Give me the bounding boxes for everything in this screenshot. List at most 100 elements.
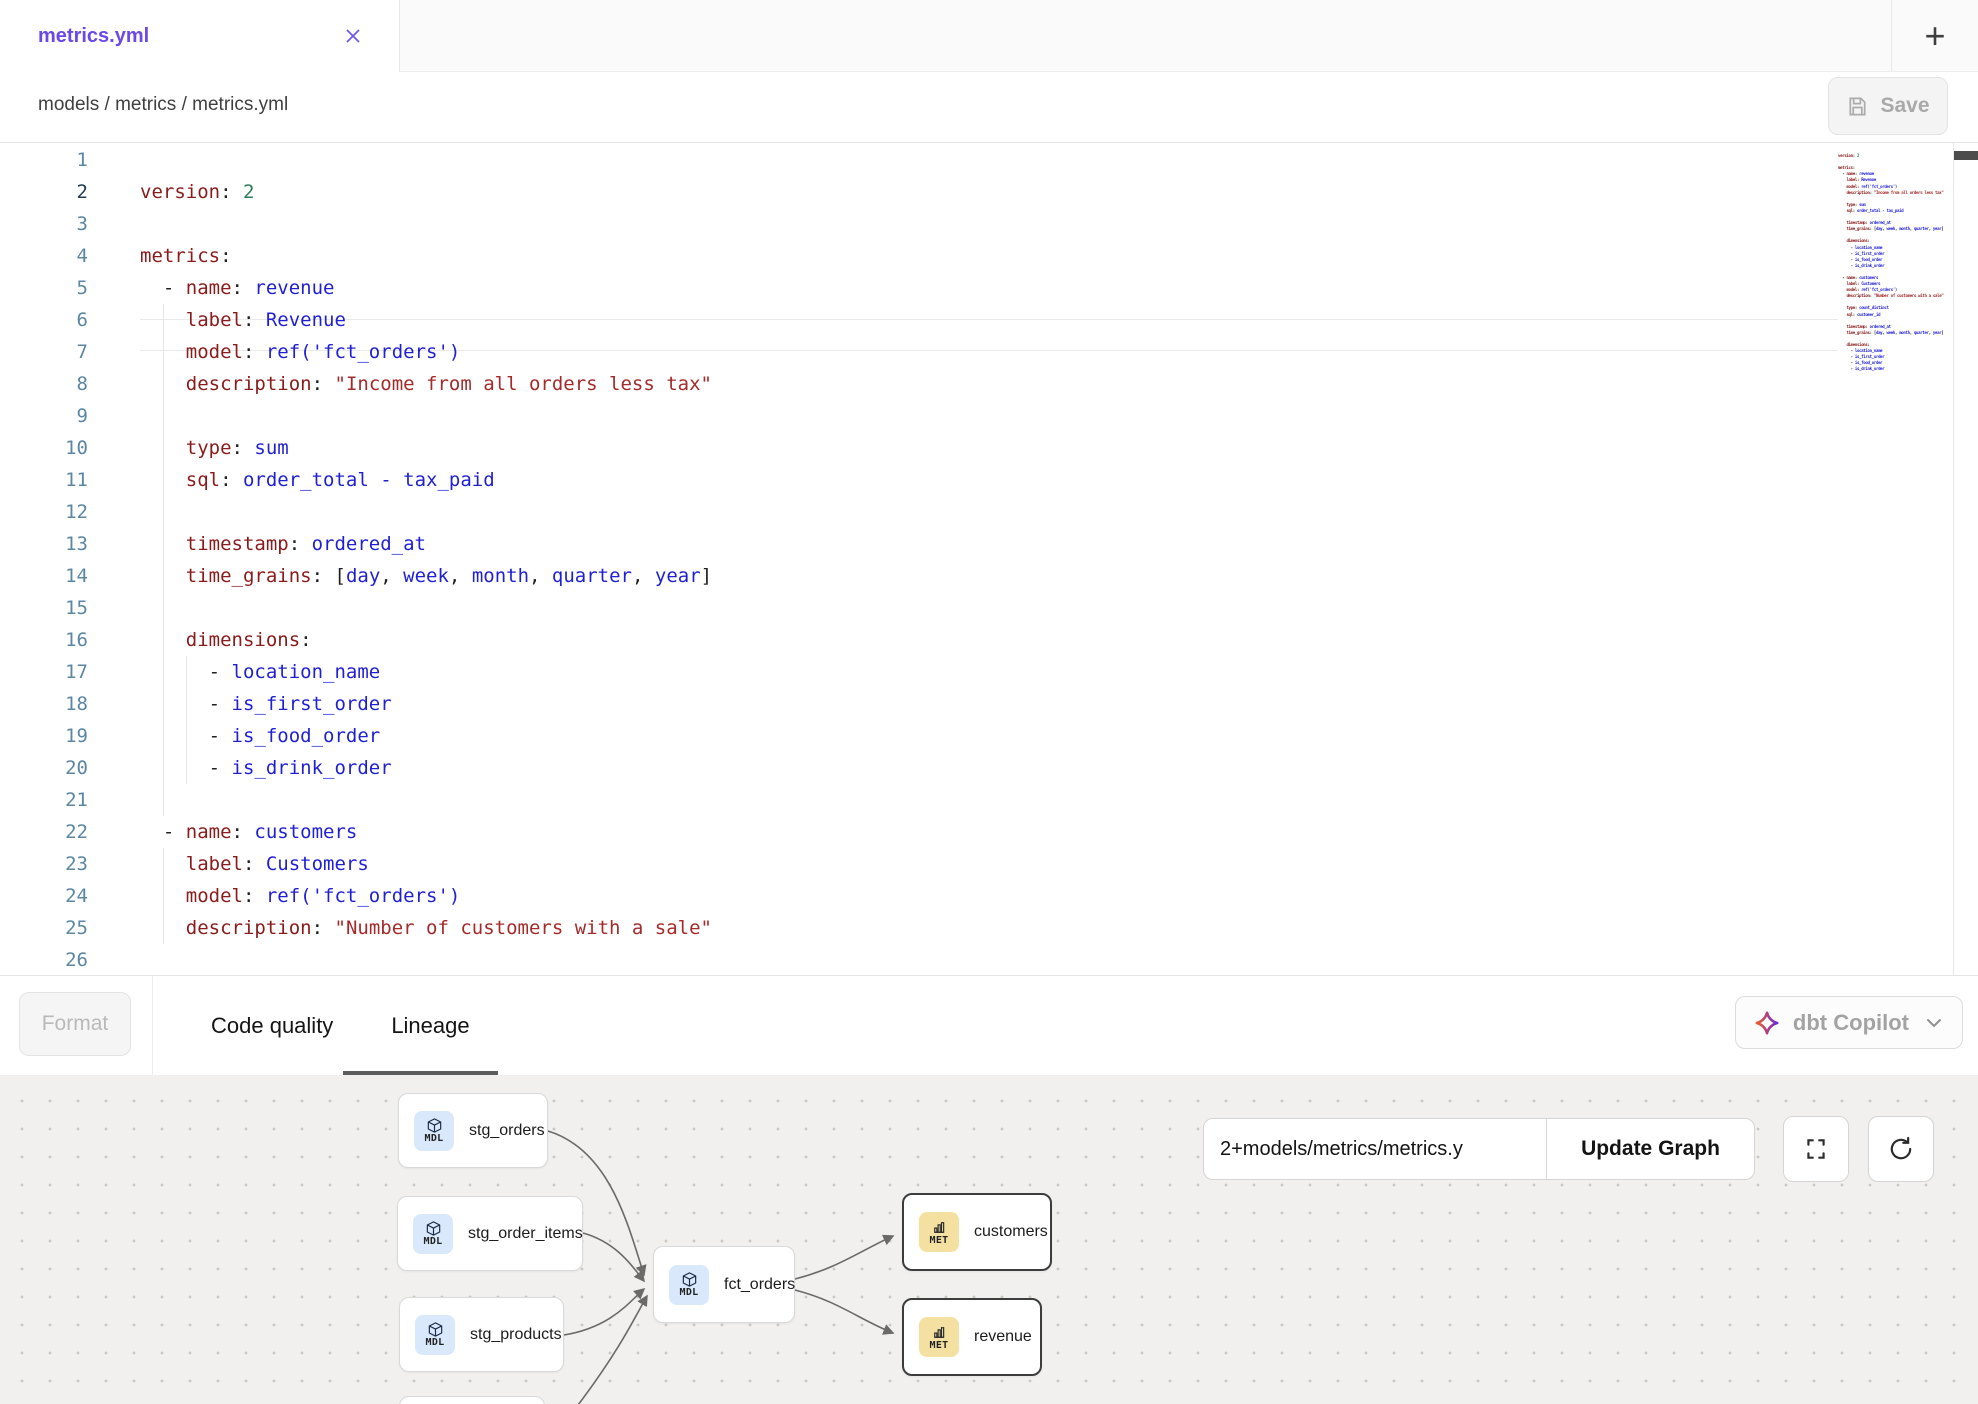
code-line[interactable]: 3 xyxy=(0,208,1978,240)
node-badge: MDL xyxy=(680,1287,699,1298)
tab-lineage[interactable]: Lineage xyxy=(391,976,469,1075)
lineage-node-stg_orders[interactable]: MDLstg_orders xyxy=(398,1093,548,1168)
node-badge: MDL xyxy=(424,1236,443,1247)
refresh-button[interactable] xyxy=(1868,1116,1934,1182)
chevron-down-icon xyxy=(1926,1018,1942,1028)
code-line[interactable]: 26 xyxy=(0,944,1978,975)
lineage-node-customers[interactable]: METcustomers xyxy=(902,1193,1052,1271)
lineage-node-revenue[interactable]: MET revenue xyxy=(902,1298,1042,1376)
code-line[interactable]: time_grains: [day, week, month, quarter,… xyxy=(1838,226,1951,232)
node-label: customers xyxy=(974,1223,1048,1241)
model-cube-icon: MDL xyxy=(413,1214,453,1254)
node-badge: MDL xyxy=(425,1133,444,1144)
code-line[interactable]: 25 description: "Number of customers wit… xyxy=(0,912,1978,944)
lineage-selector-input[interactable] xyxy=(1204,1119,1546,1179)
code-line[interactable]: description: "Income from all orders les… xyxy=(1838,190,1951,196)
format-button[interactable]: Format xyxy=(19,992,131,1056)
lineage-node-stg_order_items[interactable]: MDL stg_order_items xyxy=(397,1196,583,1271)
line-number: 25 xyxy=(0,912,100,944)
update-graph-button[interactable]: Update Graph xyxy=(1546,1119,1754,1179)
code-line[interactable]: 8 description: "Income from all orders l… xyxy=(0,368,1978,400)
line-number: 15 xyxy=(0,592,100,624)
editor-footer-toolbar: Format Code quality Lineage dbt Copilot xyxy=(0,975,1978,1075)
code-line[interactable]: 7 model: ref('fct_orders') xyxy=(0,336,1978,368)
editor-scrollbar[interactable] xyxy=(1953,143,1978,975)
graph-controls: Update Graph xyxy=(1203,1118,1755,1180)
node-label: stg_order_items xyxy=(468,1225,583,1243)
code-line[interactable]: 14 time_grains: [day, week, month, quart… xyxy=(0,560,1978,592)
lineage-node-stg_products[interactable]: MDL stg_products xyxy=(399,1297,564,1372)
line-number: 19 xyxy=(0,720,100,752)
code-line[interactable]: 1 xyxy=(0,144,1978,176)
lineage-node-fct_orders[interactable]: MDL fct_orders xyxy=(653,1246,795,1323)
line-number: 10 xyxy=(0,432,100,464)
line-number: 9 xyxy=(0,400,100,432)
tab-metrics-yml[interactable]: metrics.yml xyxy=(0,0,400,72)
indent-guide xyxy=(163,304,164,816)
close-tab-icon[interactable] xyxy=(343,26,363,46)
code-line[interactable]: 20 - is_drink_order xyxy=(0,752,1978,784)
new-tab-button[interactable]: + xyxy=(1891,0,1978,71)
code-line[interactable]: 21 xyxy=(0,784,1978,816)
code-line[interactable]: - is_drink_order xyxy=(1838,366,1951,372)
node-label: stg_products xyxy=(470,1326,562,1344)
code-line[interactable]: 18 - is_first_order xyxy=(0,688,1978,720)
code-line[interactable]: 19 - is_food_order xyxy=(0,720,1978,752)
code-line[interactable]: 24 model: ref('fct_orders') xyxy=(0,880,1978,912)
line-number: 8 xyxy=(0,368,100,400)
lineage-node-partial[interactable] xyxy=(399,1396,545,1404)
node-badge: MDL xyxy=(426,1337,445,1348)
indent-guide xyxy=(163,848,164,944)
line-number: 24 xyxy=(0,880,100,912)
code-line[interactable]: 10 type: sum xyxy=(0,432,1978,464)
line-number: 6 xyxy=(0,304,100,336)
code-line[interactable]: description: "Number of customers with a… xyxy=(1838,293,1951,299)
lineage-panel[interactable]: MDLstg_ordersMDLstg_order_itemsMDLstg_pr… xyxy=(0,1075,1978,1404)
code-line[interactable]: 6 label: Revenue xyxy=(0,304,1978,336)
editor-tab-bar: metrics.yml + xyxy=(0,0,1978,72)
line-number: 11 xyxy=(0,464,100,496)
node-badge: MET xyxy=(930,1340,949,1351)
save-label: Save xyxy=(1880,94,1929,118)
code-editor[interactable]: 12version: 234metrics:5 - name: revenue6… xyxy=(0,143,1978,975)
line-number: 7 xyxy=(0,336,100,368)
code-line[interactable]: 12 xyxy=(0,496,1978,528)
minimap[interactable]: version: 2metrics: - name: revenue label… xyxy=(1838,147,1951,967)
code-line[interactable]: 5 - name: revenue xyxy=(0,272,1978,304)
code-line[interactable]: 11 sql: order_total - tax_paid xyxy=(0,464,1978,496)
code-line[interactable]: 15 xyxy=(0,592,1978,624)
line-number: 20 xyxy=(0,752,100,784)
metric-chart-icon: MET xyxy=(919,1317,959,1357)
node-label: fct_orders xyxy=(724,1276,795,1294)
model-cube-icon: MDL xyxy=(415,1315,455,1355)
tab-code-quality[interactable]: Code quality xyxy=(211,976,333,1075)
code-line[interactable]: 22 - name: customers xyxy=(0,816,1978,848)
code-line[interactable]: 17 - location_name xyxy=(0,656,1978,688)
line-number: 13 xyxy=(0,528,100,560)
code-line[interactable]: 2version: 2 xyxy=(0,176,1978,208)
cursor-position-marker xyxy=(1954,151,1978,160)
tab-label: metrics.yml xyxy=(38,25,149,48)
line-number: 14 xyxy=(0,560,100,592)
code-line[interactable]: 13 timestamp: ordered_at xyxy=(0,528,1978,560)
line-number: 12 xyxy=(0,496,100,528)
code-line[interactable]: 4metrics: xyxy=(0,240,1978,272)
dbt-copilot-icon xyxy=(1754,1010,1780,1036)
fullscreen-button[interactable] xyxy=(1783,1116,1849,1182)
footer-tabs: Code quality Lineage xyxy=(211,976,470,1075)
breadcrumb: models / metrics / metrics.yml xyxy=(38,94,288,116)
dbt-copilot-button[interactable]: dbt Copilot xyxy=(1735,996,1963,1049)
node-label: revenue xyxy=(974,1328,1032,1346)
code-line[interactable]: 9 xyxy=(0,400,1978,432)
dbt-ide-window: metrics.yml + models / metrics / metrics… xyxy=(0,0,1978,1404)
line-number: 5 xyxy=(0,272,100,304)
footer-divider xyxy=(152,976,153,1075)
line-number: 4 xyxy=(0,240,100,272)
line-number: 17 xyxy=(0,656,100,688)
save-icon xyxy=(1846,95,1869,118)
line-number: 16 xyxy=(0,624,100,656)
code-line[interactable]: time_grains: [day, week, month, quarter,… xyxy=(1838,330,1951,336)
code-line[interactable]: 16 dimensions: xyxy=(0,624,1978,656)
save-button[interactable]: Save xyxy=(1828,77,1948,135)
code-line[interactable]: 23 label: Customers xyxy=(0,848,1978,880)
